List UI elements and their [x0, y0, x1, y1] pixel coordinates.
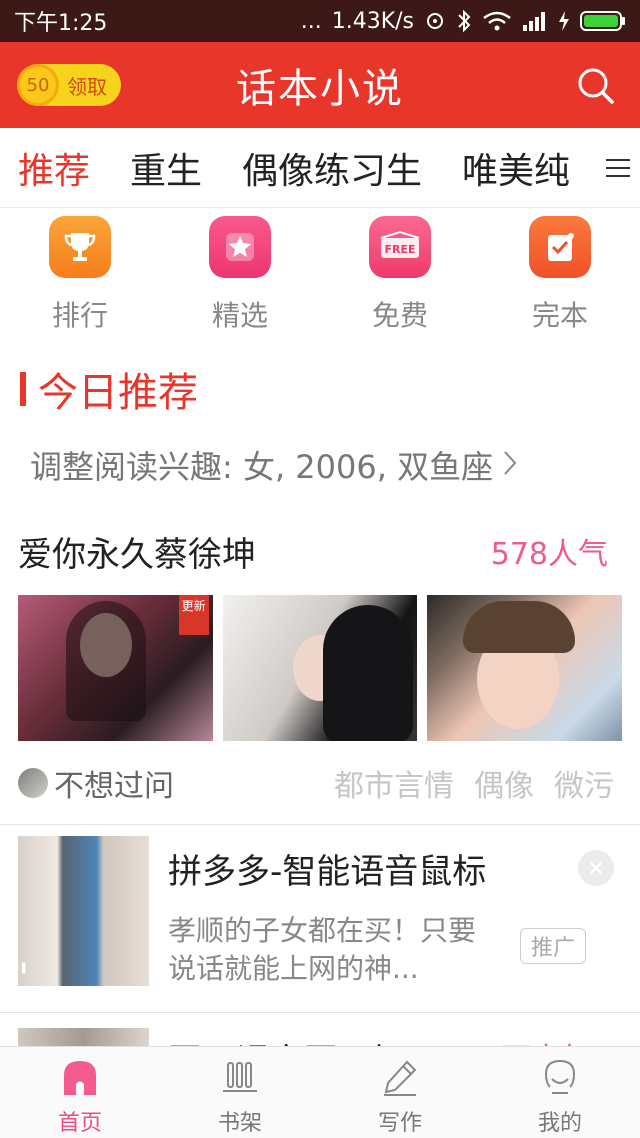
cover-hair [66, 601, 146, 721]
search-icon[interactable] [576, 66, 616, 106]
cover-hair [322, 605, 413, 741]
battery-icon [580, 10, 626, 32]
author-name[interactable]: 不想过问 [54, 761, 174, 805]
tab-rebirth[interactable]: 重生 [130, 142, 202, 194]
app-title: 话本小说 [236, 66, 404, 112]
category-label: 完本 [531, 299, 588, 332]
book-tags: 都市言情 偶像 微污 [334, 761, 614, 805]
star-icon [209, 216, 271, 278]
category-label: 免费 [371, 299, 428, 332]
category-completed[interactable]: 完本 [480, 210, 640, 338]
category-shortcuts: 排行 精选 FREE 免费 完本 [0, 210, 640, 338]
tab-strip: 推荐 重生 偶像练习生 唯美纯 [0, 128, 640, 207]
book-title: 爱你永久蔡徐坤 [18, 534, 256, 575]
pen-icon [378, 1055, 422, 1099]
ad-title: 拼多多-智能语音鼠标 [168, 852, 487, 892]
category-tabs: 推荐 重生 偶像练习生 唯美纯 [0, 128, 640, 208]
nav-home[interactable]: 首页 [0, 1047, 160, 1138]
book-tag[interactable]: 都市言情 [334, 761, 454, 805]
nav-write[interactable]: 写作 [320, 1047, 480, 1138]
category-free[interactable]: FREE 免费 [320, 210, 480, 338]
bottom-nav: 首页 书架 写作 我的 [0, 1046, 640, 1138]
list-item[interactable]: 国王漫宫国王妃 6万人气 [0, 1024, 640, 1048]
checklist-icon [529, 216, 591, 278]
section-title-today: 今日推荐 [20, 362, 198, 416]
claim-coins-button[interactable]: 50 领取 [17, 64, 121, 106]
tab-recommend[interactable]: 推荐 [18, 142, 90, 194]
nav-label: 书架 [217, 1111, 262, 1136]
book-tag[interactable]: 微污 [554, 761, 614, 805]
update-tag: 更新 [178, 595, 209, 635]
bluetooth-icon [456, 9, 472, 33]
tabs-fade [566, 128, 596, 207]
ad-badge: 推广 [520, 928, 586, 964]
status-time: 下午1:25 [14, 11, 108, 36]
nav-label: 我的 [537, 1111, 582, 1136]
ad-image-decor: ▌ [22, 964, 29, 974]
app-header: 50 领取 话本小说 [0, 42, 640, 128]
nav-bookshelf[interactable]: 书架 [160, 1047, 320, 1138]
avatar [18, 768, 48, 798]
book-popularity: 578人气 [490, 537, 608, 572]
network-speed: 1.43K/s [331, 8, 414, 34]
nav-profile[interactable]: 我的 [480, 1047, 640, 1138]
trophy-icon [49, 216, 111, 278]
hotspot-icon [424, 10, 446, 32]
category-label: 排行 [51, 299, 108, 332]
category-featured[interactable]: 精选 [160, 210, 320, 338]
status-dots: ... [300, 8, 322, 34]
book-meta-row: 不想过问 都市言情 偶像 微污 [18, 760, 614, 806]
status-bar: 下午1:25 ... 1.43K/s [0, 0, 640, 42]
book-cover-image [222, 595, 418, 741]
close-icon[interactable] [578, 850, 614, 886]
cover-hair [463, 601, 576, 653]
book-cover-image [427, 595, 623, 741]
divider [0, 1012, 640, 1013]
tabs-menu-icon[interactable] [596, 128, 640, 207]
category-ranking[interactable]: 排行 [0, 210, 160, 338]
interest-text: 调整阅读兴趣: 女, 2006, 双鱼座 [30, 448, 494, 486]
wifi-icon [482, 10, 512, 32]
signal-icon [522, 11, 548, 31]
adjust-interest-link[interactable]: 调整阅读兴趣: 女, 2006, 双鱼座 [30, 442, 517, 488]
svg-text:FREE: FREE [384, 243, 415, 256]
charging-icon [558, 10, 570, 32]
ad-card[interactable]: ▌ 拼多多-智能语音鼠标 孝顺的子女都在买！只要说话就能上网的神... 推广 [0, 826, 640, 1012]
ad-description: 孝顺的子女都在买！只要说话就能上网的神... [168, 914, 477, 985]
claim-label: 领取 [67, 74, 107, 99]
book-tag[interactable]: 偶像 [474, 761, 534, 805]
status-icons: ... 1.43K/s [301, 9, 626, 34]
book-header[interactable]: 爱你永久蔡徐坤 578人气 [18, 527, 608, 575]
book-covers[interactable]: 更新 [18, 595, 623, 741]
book-cover-image [18, 1028, 149, 1048]
chevron-right-icon [503, 446, 517, 484]
ad-image: ▌ [18, 836, 149, 986]
bookshelf-icon [218, 1055, 262, 1099]
tab-idol-trainee[interactable]: 偶像练习生 [242, 142, 422, 194]
category-label: 精选 [211, 299, 268, 332]
nav-label: 写作 [377, 1111, 422, 1136]
home-icon [58, 1055, 102, 1099]
nav-label: 首页 [57, 1111, 102, 1136]
coin-count: 50 [17, 64, 59, 106]
book-cover-image: 更新 [18, 595, 213, 741]
free-icon: FREE [369, 216, 431, 278]
tab-beautiful-pure[interactable]: 唯美纯 [462, 142, 570, 194]
divider [0, 824, 640, 825]
section-accent-bar [20, 372, 26, 406]
profile-icon [538, 1055, 582, 1099]
section-title-text: 今日推荐 [38, 370, 198, 416]
